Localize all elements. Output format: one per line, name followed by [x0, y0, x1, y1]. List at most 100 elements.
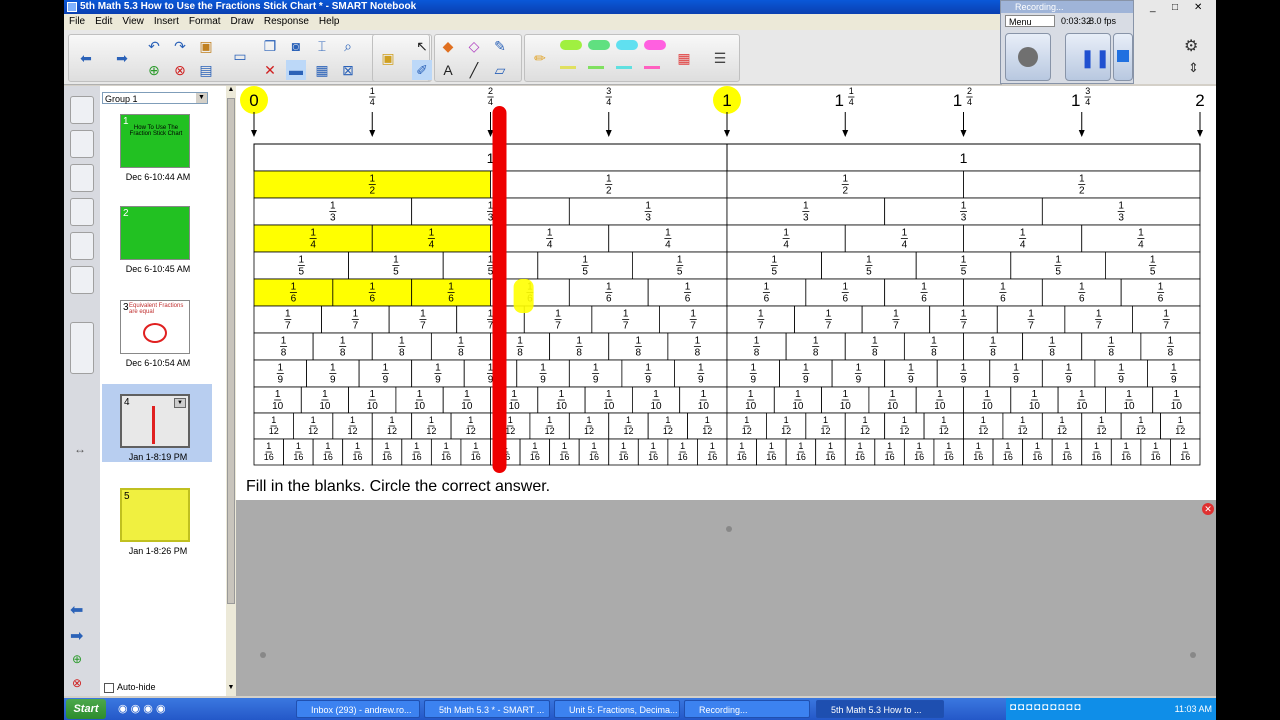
fraction-label-12-denominator: 12 [1018, 426, 1028, 436]
page-thumbnail-4[interactable]: 4 ▼ [120, 394, 190, 448]
line-properties-icon[interactable]: ☰ [710, 48, 730, 68]
stop-button[interactable] [1113, 33, 1133, 81]
pause-icon: ❚❚ [1080, 48, 1111, 68]
close-page-icon[interactable]: ✕ [1202, 503, 1214, 515]
task-unit5[interactable]: Unit 5: Fractions, Decima... [554, 700, 680, 718]
page-thumbnail-5[interactable]: 5 [120, 488, 190, 542]
forward-arrow-icon[interactable]: ➡ [112, 48, 132, 68]
fill-icon[interactable]: ◆ [438, 36, 458, 56]
menu-response[interactable]: Response [259, 14, 314, 30]
line-icon[interactable]: ╱ [464, 60, 484, 80]
group-select[interactable]: Group 1 ▼ [102, 92, 208, 104]
pen-style-green-2[interactable] [588, 40, 610, 50]
fraction-label-8-denominator: 8 [576, 348, 582, 359]
move-toolbar-icon[interactable]: ⇕ [1188, 60, 1199, 76]
pen-style-pink[interactable] [644, 40, 666, 50]
select-icon[interactable]: ↖ [412, 36, 432, 56]
page-thumbnail-3[interactable]: 3 Equivalent Fractions are equal [120, 300, 190, 354]
undo-icon[interactable]: ↶ [144, 36, 164, 56]
number-line-arrowhead [842, 130, 849, 137]
pause-button[interactable]: ❚❚ [1065, 33, 1111, 81]
pen-style-green-1[interactable] [560, 40, 582, 50]
add-page-icon[interactable]: ⊕ [144, 60, 164, 80]
addons-tab[interactable] [70, 232, 94, 260]
tray-icons[interactable]: ◘◘◘◘◘◘◘◘◘ [1010, 702, 1082, 713]
quicklaunch-icons[interactable]: ◉ ◉ ◉ ◉ [118, 702, 166, 715]
start-button[interactable]: Start [66, 699, 106, 719]
color-palette-icon[interactable]: ▦ [674, 48, 694, 68]
record-button[interactable] [1005, 33, 1051, 81]
next-page-icon[interactable]: ➡ [70, 626, 83, 646]
fraction-label-10-numerator: 1 [275, 389, 281, 400]
resize-arrows-icon[interactable]: ↔ [74, 442, 86, 456]
open-folder-icon[interactable]: ▣ [196, 36, 216, 56]
previous-page-icon[interactable]: ⬅ [70, 600, 83, 620]
save-icon[interactable]: ▤ [196, 60, 216, 80]
pen-style-cyan[interactable] [616, 40, 638, 50]
menu-file[interactable]: File [64, 14, 90, 30]
number-line-fraction-numerator: 2 [488, 86, 493, 96]
task-smart-notebook-active[interactable]: 5th Math 5.3 How to ... [816, 700, 944, 718]
lock-icon[interactable]: ▣ [378, 48, 398, 68]
page-sorter-tab[interactable] [70, 96, 94, 124]
camera-icon[interactable]: ◙ [286, 36, 306, 56]
screen-capture-icon[interactable]: ▭ [230, 46, 250, 66]
properties-tab[interactable] [70, 198, 94, 226]
scroll-up-icon[interactable]: ▲ [226, 86, 236, 96]
fraction-label-7-denominator: 7 [1028, 321, 1034, 332]
expand-tab[interactable] [70, 322, 94, 374]
task-recording[interactable]: Recording... [684, 700, 810, 718]
menu-draw[interactable]: Draw [226, 14, 259, 30]
delete-page-side-icon[interactable]: ⊗ [72, 676, 82, 690]
thumbnail-menu-icon[interactable]: ▼ [174, 398, 186, 408]
shape-eraser-icon[interactable]: ▱ [490, 60, 510, 80]
fraction-label-16-denominator: 16 [589, 452, 599, 462]
fraction-label-5-numerator: 1 [393, 255, 399, 266]
fraction-label-12-numerator: 1 [941, 415, 946, 425]
attachments-tab[interactable] [70, 164, 94, 192]
highlighter-icon[interactable]: ✏ [530, 48, 550, 68]
pen-style-thin-cyan[interactable] [616, 66, 632, 69]
text-icon[interactable]: A [438, 60, 458, 80]
back-arrow-icon[interactable]: ⬅ [76, 48, 96, 68]
delete-page-icon[interactable]: ⊗ [170, 60, 190, 80]
close-box-icon[interactable]: ⊠ [338, 60, 358, 80]
maximize-icon[interactable]: □ [1172, 2, 1178, 13]
menu-insert[interactable]: Insert [149, 14, 184, 30]
notebook-page[interactable]: 0142434111412413421112121212131313131313… [236, 86, 1216, 500]
delete-icon[interactable]: ✕ [260, 60, 280, 80]
page-thumbnail-2[interactable]: 2 [120, 206, 190, 260]
menu-edit[interactable]: Edit [90, 14, 117, 30]
paste-icon[interactable]: ❐ [260, 36, 280, 56]
table-icon[interactable]: ▦ [312, 60, 332, 80]
fraction-label-10-numerator: 1 [1174, 389, 1180, 400]
document-camera-icon[interactable]: ⌶ [312, 36, 332, 56]
fraction-label-8-numerator: 1 [1049, 336, 1055, 347]
close-icon[interactable]: ✕ [1194, 2, 1202, 13]
page-thumbnail-1[interactable]: 1 How To Use The Fraction Stick Chart [120, 114, 190, 168]
pen-icon[interactable]: ✐ [412, 60, 432, 80]
task-smart-notebook-1[interactable]: 5th Math 5.3 * - SMART ... [424, 700, 550, 718]
task-inbox[interactable]: Inbox (293) - andrew.ro... [296, 700, 420, 718]
pen-style-thin-yellow[interactable] [560, 66, 576, 69]
minimize-icon[interactable]: _ [1150, 2, 1156, 13]
settings-gear-icon[interactable]: ⚙ [1184, 36, 1198, 56]
menu-help[interactable]: Help [314, 14, 345, 30]
redo-icon[interactable]: ↷ [170, 36, 190, 56]
menu-format[interactable]: Format [184, 14, 226, 30]
scroll-down-icon[interactable]: ▼ [226, 684, 236, 694]
magnify-icon[interactable]: ⌕ [338, 36, 358, 56]
menu-view[interactable]: View [117, 14, 149, 30]
auto-hide-checkbox[interactable]: Auto-hide [104, 682, 156, 693]
pen-style-thin-green[interactable] [588, 66, 604, 69]
magic-pen-icon[interactable]: ✎ [490, 36, 510, 56]
eraser-icon[interactable]: ◇ [464, 36, 484, 56]
full-screen-icon[interactable]: ▬ [286, 60, 306, 80]
pen-style-thin-pink[interactable] [644, 66, 660, 69]
scroll-thumb[interactable] [227, 98, 235, 604]
recorder-menu[interactable]: Menu [1005, 15, 1055, 27]
vertical-scrollbar[interactable]: ▲ ▼ [226, 86, 236, 696]
lesson-tab[interactable] [70, 266, 94, 294]
add-page-side-icon[interactable]: ⊕ [72, 652, 82, 666]
gallery-tab[interactable] [70, 130, 94, 158]
